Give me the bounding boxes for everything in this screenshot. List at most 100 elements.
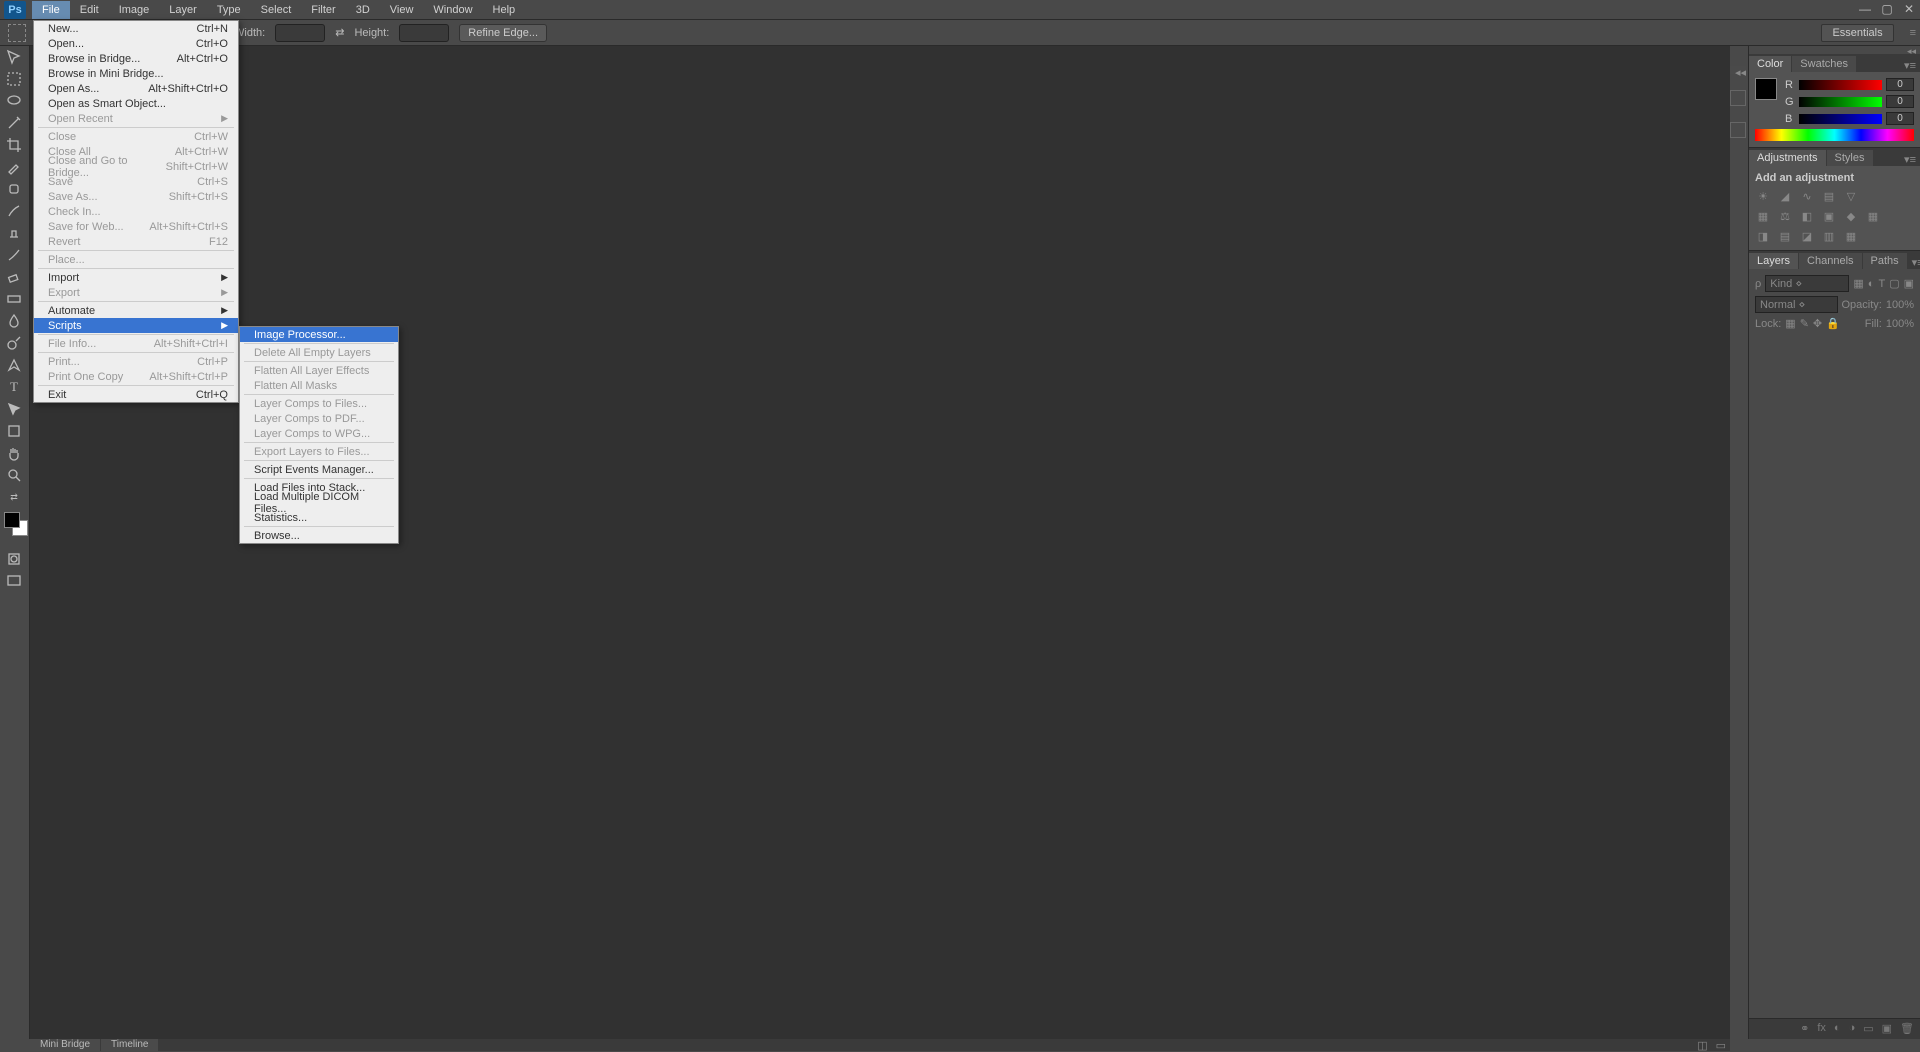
workspace-switcher[interactable]: Essentials (1821, 24, 1893, 42)
vibrance-icon[interactable]: ▽ (1843, 188, 1859, 204)
tab-adjustments[interactable]: Adjustments (1749, 150, 1826, 166)
swap-icon[interactable]: ⇄ (335, 26, 344, 39)
red-value[interactable]: 0 (1886, 78, 1914, 91)
menu-file[interactable]: File (32, 1, 70, 19)
menu-item[interactable]: Automate▶ (34, 303, 238, 318)
wand-tool-icon[interactable] (0, 112, 28, 134)
color-swap-icon[interactable]: ⇄ (0, 486, 28, 508)
lock-pixels-icon[interactable]: ▦ (1785, 317, 1795, 330)
green-value[interactable]: 0 (1886, 95, 1914, 108)
menu-edit[interactable]: Edit (70, 1, 109, 19)
menu-item[interactable]: Scripts▶ (34, 318, 238, 333)
brush-tool-icon[interactable] (0, 200, 28, 222)
menu-image[interactable]: Image (109, 1, 160, 19)
move-tool-icon[interactable] (0, 46, 28, 68)
menu-item[interactable]: Load Multiple DICOM Files... (240, 495, 398, 510)
tab-channels[interactable]: Channels (1799, 253, 1861, 269)
mask-icon[interactable]: ◐ (1834, 1022, 1841, 1036)
menu-item[interactable]: Open As...Alt+Shift+Ctrl+O (34, 81, 238, 96)
bw-icon[interactable]: ◧ (1799, 208, 1815, 224)
workspace-menu-icon[interactable]: ≡ (1910, 27, 1916, 39)
tab-minibridge[interactable]: Mini Bridge (30, 1039, 100, 1051)
blur-tool-icon[interactable] (0, 310, 28, 332)
lock-move-icon[interactable]: ✥ (1813, 317, 1822, 330)
panel-menu-icon[interactable]: ▾≡ (1900, 59, 1920, 72)
fill-value[interactable]: 100% (1886, 318, 1914, 330)
grad-icon[interactable]: ▥ (1821, 228, 1837, 244)
menu-item[interactable]: ExitCtrl+Q (34, 387, 238, 402)
zoom-tool-icon[interactable] (0, 464, 28, 486)
exposure-icon[interactable]: ▤ (1821, 188, 1837, 204)
tab-paths[interactable]: Paths (1863, 253, 1907, 269)
trash-icon[interactable]: 🗑 (1900, 1022, 1914, 1036)
menu-item[interactable]: Browse in Bridge...Alt+Ctrl+O (34, 51, 238, 66)
panel-menu-icon[interactable]: ▾≡ (1900, 153, 1920, 166)
lookup-icon[interactable]: ▦ (1865, 208, 1881, 224)
menu-item[interactable]: Browse... (240, 528, 398, 543)
hue-icon[interactable]: ▦ (1755, 208, 1771, 224)
menu-window[interactable]: Window (423, 1, 482, 19)
thresh-icon[interactable]: ◪ (1799, 228, 1815, 244)
menu-type[interactable]: Type (207, 1, 251, 19)
invert-icon[interactable]: ◨ (1755, 228, 1771, 244)
type-tool-icon[interactable]: T (0, 376, 28, 398)
dodge-tool-icon[interactable] (0, 332, 28, 354)
green-slider[interactable] (1799, 97, 1882, 107)
gradient-tool-icon[interactable] (0, 288, 28, 310)
quickmask-icon[interactable] (0, 548, 28, 570)
tab-layers[interactable]: Layers (1749, 253, 1798, 269)
menu-item[interactable]: Script Events Manager... (240, 462, 398, 477)
color-swatches[interactable] (0, 508, 29, 548)
tab-color[interactable]: Color (1749, 56, 1791, 72)
height-field[interactable] (399, 24, 449, 42)
lock-position-icon[interactable]: ✎ (1800, 317, 1809, 330)
marquee-tool-icon[interactable] (0, 68, 28, 90)
close-icon[interactable]: ✕ (1902, 2, 1916, 16)
menu-select[interactable]: Select (251, 1, 302, 19)
filter-adjust-icon[interactable]: ◐ (1868, 278, 1875, 290)
filter-shape-icon[interactable]: ▢ (1889, 277, 1899, 290)
properties-panel-icon[interactable] (1730, 122, 1746, 138)
eyedropper-tool-icon[interactable] (0, 156, 28, 178)
filter-smart-icon[interactable]: ▣ (1904, 277, 1914, 290)
opacity-value[interactable]: 100% (1886, 299, 1914, 311)
pen-tool-icon[interactable] (0, 354, 28, 376)
poster-icon[interactable]: ▤ (1777, 228, 1793, 244)
menu-filter[interactable]: Filter (301, 1, 345, 19)
red-slider[interactable] (1799, 80, 1882, 90)
tab-swatches[interactable]: Swatches (1792, 56, 1856, 72)
hand-tool-icon[interactable] (0, 442, 28, 464)
menu-view[interactable]: View (380, 1, 424, 19)
group-icon[interactable]: ▭ (1863, 1022, 1873, 1036)
color-chip[interactable] (1755, 78, 1777, 100)
menu-item[interactable]: Open as Smart Object... (34, 96, 238, 111)
minimize-icon[interactable]: — (1858, 2, 1872, 16)
menu-help[interactable]: Help (483, 1, 526, 19)
tab-timeline[interactable]: Timeline (101, 1039, 158, 1051)
width-field[interactable] (275, 24, 325, 42)
maximize-icon[interactable]: ▢ (1880, 2, 1894, 16)
kind-filter[interactable]: Kind ⋄ (1765, 275, 1849, 292)
sel-icon[interactable]: ▦ (1843, 228, 1859, 244)
healing-tool-icon[interactable] (0, 178, 28, 200)
menu-item[interactable]: Open...Ctrl+O (34, 36, 238, 51)
screenmode-icon[interactable] (0, 570, 28, 592)
blue-value[interactable]: 0 (1886, 112, 1914, 125)
curves-icon[interactable]: ∿ (1799, 188, 1815, 204)
eraser-tool-icon[interactable] (0, 266, 28, 288)
menu-item[interactable]: Import▶ (34, 270, 238, 285)
history-brush-icon[interactable] (0, 244, 28, 266)
crop-tool-icon[interactable] (0, 134, 28, 156)
menu-item[interactable]: Image Processor... (240, 327, 398, 342)
spectrum-bar[interactable] (1755, 129, 1914, 141)
history-panel-icon[interactable] (1730, 90, 1746, 106)
mixer-icon[interactable]: ◆ (1843, 208, 1859, 224)
filter-type-icon[interactable]: T (1878, 278, 1885, 290)
lasso-tool-icon[interactable] (0, 90, 28, 112)
current-tool-icon[interactable] (8, 24, 26, 42)
fill-layer-icon[interactable]: ◑ (1849, 1022, 1856, 1036)
panel-menu-icon[interactable]: ▾≡ (1908, 256, 1920, 269)
menu-layer[interactable]: Layer (159, 1, 207, 19)
link-icon[interactable]: ⚭ (1800, 1022, 1809, 1036)
bottom-icon[interactable]: ▭ (1716, 1039, 1726, 1051)
